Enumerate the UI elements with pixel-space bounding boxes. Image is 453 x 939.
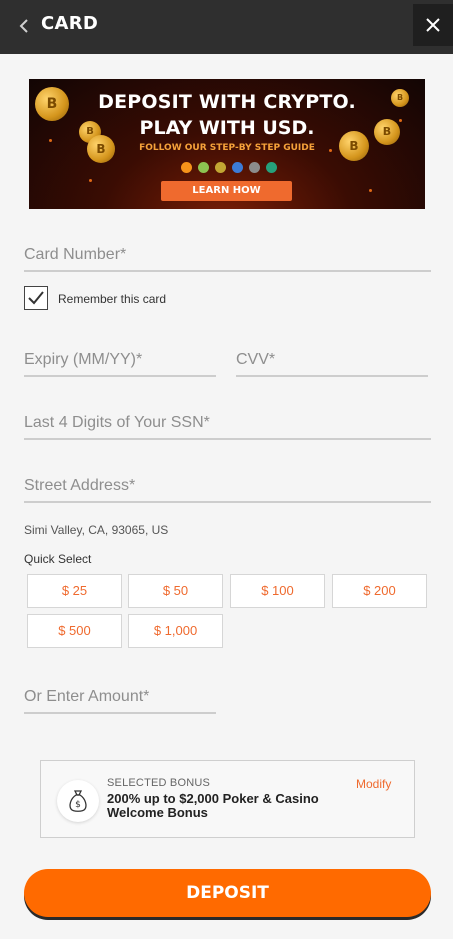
- quick-amount-25[interactable]: $ 25: [27, 574, 122, 608]
- amount-input[interactable]: [24, 688, 216, 706]
- quick-select-label: Quick Select: [24, 552, 92, 566]
- dogecoin-icon: [215, 162, 226, 173]
- ssn-input[interactable]: [24, 414, 431, 432]
- bonus-icon-circle: $: [57, 780, 99, 822]
- deposit-button[interactable]: DEPOSIT: [24, 869, 431, 917]
- bitcoin-icon: [181, 162, 192, 173]
- banner-guide-text: FOLLOW OUR STEP-BY STEP GUIDE: [139, 143, 315, 153]
- back-button[interactable]: [12, 14, 36, 38]
- ssn-field[interactable]: [24, 404, 431, 440]
- close-icon: [426, 18, 440, 32]
- learn-how-button[interactable]: LEARN HOW: [161, 181, 292, 201]
- street-address-field[interactable]: [24, 467, 431, 503]
- selected-bonus-label: SELECTED BONUS: [107, 777, 211, 789]
- selected-bonus-title: 200% up to $2,000 Poker & Casino Welcome…: [107, 791, 319, 820]
- card-number-input[interactable]: [24, 246, 431, 264]
- ethereum-icon: [249, 162, 260, 173]
- quick-amount-1000[interactable]: $ 1,000: [128, 614, 223, 648]
- cvv-input[interactable]: [236, 351, 428, 369]
- street-address-input[interactable]: [24, 477, 431, 495]
- ember-decoration: [369, 189, 372, 192]
- quick-amount-100[interactable]: $ 100: [230, 574, 325, 608]
- banner-subheadline: PLAY WITH USD.: [139, 117, 315, 139]
- remember-card-label: Remember this card: [58, 292, 167, 306]
- bitcoin-cash-icon: [198, 162, 209, 173]
- checkmark-icon: [28, 291, 44, 305]
- crypto-icons-row: [181, 162, 277, 173]
- remember-card-checkbox[interactable]: [24, 286, 48, 310]
- ember-decoration: [89, 179, 92, 182]
- expiry-field[interactable]: [24, 340, 216, 377]
- page-title: CARD: [41, 13, 99, 34]
- expiry-input[interactable]: [24, 351, 216, 369]
- ember-decoration: [49, 139, 52, 142]
- cvv-field[interactable]: [236, 340, 428, 377]
- address-line: Simi Valley, CA, 93065, US: [24, 523, 169, 537]
- crypto-promo-banner[interactable]: B B B B B B DEPOSIT WITH CRYPTO. PLAY WI…: [29, 79, 425, 209]
- chevron-left-icon: [19, 19, 28, 33]
- money-bag-icon: $: [69, 790, 87, 812]
- quick-amount-500[interactable]: $ 500: [27, 614, 122, 648]
- svg-text:$: $: [75, 800, 81, 810]
- close-button[interactable]: [413, 4, 453, 46]
- litecoin-icon: [232, 162, 243, 173]
- modify-bonus-link[interactable]: Modify: [356, 777, 391, 791]
- selected-bonus-card: $ SELECTED BONUS 200% up to $2,000 Poker…: [40, 760, 415, 838]
- card-number-field[interactable]: [24, 236, 431, 272]
- banner-headline: DEPOSIT WITH CRYPTO.: [98, 91, 356, 113]
- amount-field[interactable]: [24, 678, 216, 714]
- top-bar: CARD: [0, 0, 453, 54]
- quick-amount-200[interactable]: $ 200: [332, 574, 427, 608]
- tether-icon: [266, 162, 277, 173]
- quick-amount-50[interactable]: $ 50: [128, 574, 223, 608]
